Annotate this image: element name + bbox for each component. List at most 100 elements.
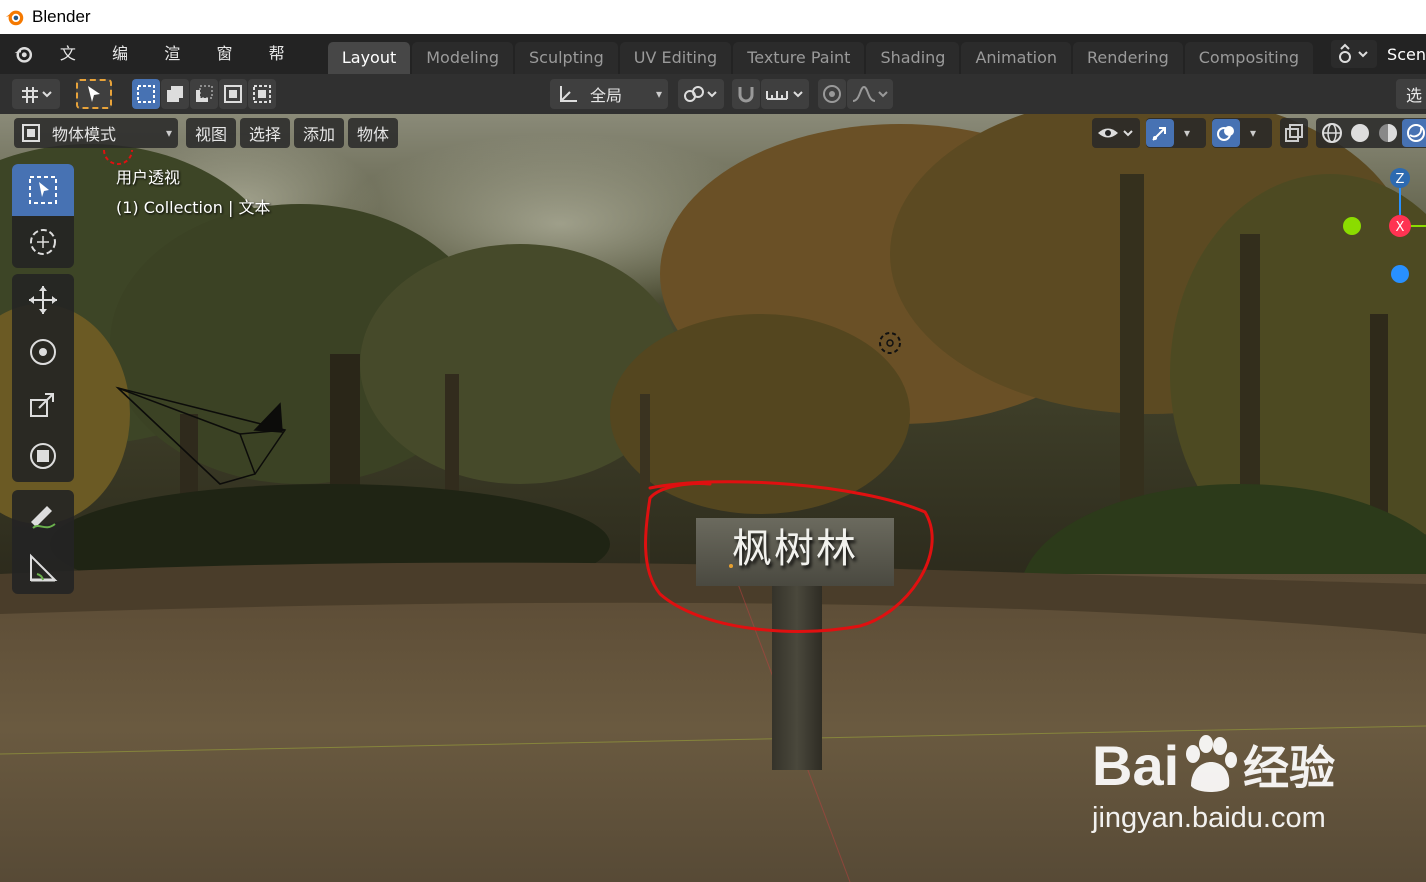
toolbar-annotate-group bbox=[12, 490, 74, 594]
chevron-down-icon: ▾ bbox=[1250, 126, 1257, 140]
chevron-down-icon: ▾ bbox=[655, 87, 662, 101]
menu-select[interactable]: 选择 bbox=[240, 118, 291, 148]
toolbar-transform-group bbox=[12, 274, 74, 482]
menu-help[interactable]: 帮助 bbox=[256, 34, 308, 103]
tool-rotate[interactable] bbox=[12, 326, 74, 378]
menu-add[interactable]: 添加 bbox=[294, 118, 345, 148]
menu-window[interactable]: 窗口 bbox=[203, 34, 255, 103]
gizmo-dropdown[interactable]: ▾ bbox=[1146, 118, 1206, 148]
select-box-icon bbox=[29, 176, 57, 204]
snap-increment-icon bbox=[766, 91, 803, 100]
overlay-dropdown[interactable]: ▾ bbox=[1212, 118, 1272, 148]
shading-mode-group bbox=[1316, 118, 1426, 148]
overlay-toggle-button[interactable] bbox=[1212, 119, 1240, 147]
snap-toggle-button[interactable] bbox=[732, 79, 760, 109]
tab-layout[interactable]: Layout bbox=[327, 42, 411, 74]
tool-scale[interactable] bbox=[12, 378, 74, 430]
scene-name[interactable]: Scen bbox=[1377, 45, 1426, 64]
select-subtract-icon bbox=[196, 85, 213, 102]
select-mode-extend-button[interactable] bbox=[161, 79, 189, 109]
watermark-brand: Bai 经验 bbox=[1092, 732, 1352, 798]
select-mode-new-button[interactable] bbox=[132, 79, 160, 109]
toolbar-select-group bbox=[12, 164, 74, 268]
select-new-icon bbox=[137, 85, 155, 103]
select-intersect-icon bbox=[253, 85, 271, 103]
mode-dropdown[interactable]: 物体模式 ▾ bbox=[14, 118, 178, 148]
snap-target-dropdown[interactable] bbox=[761, 79, 809, 109]
blender-menu-icon[interactable] bbox=[12, 40, 35, 68]
select-mode-invert-button[interactable] bbox=[219, 79, 247, 109]
orientation-axes-icon bbox=[560, 86, 577, 102]
move-icon bbox=[29, 286, 57, 314]
tool-move[interactable] bbox=[12, 274, 74, 326]
menu-render[interactable]: 渲染 bbox=[151, 34, 203, 103]
solid-shading-icon[interactable] bbox=[1348, 121, 1372, 145]
window-title: Blender bbox=[32, 7, 91, 26]
tab-sculpting[interactable]: Sculpting bbox=[515, 42, 618, 74]
transform-orientation-dropdown[interactable]: 全局 ▾ bbox=[550, 79, 668, 109]
tab-modeling[interactable]: Modeling bbox=[412, 42, 514, 74]
editor-type-button[interactable] bbox=[12, 79, 60, 109]
xray-icon bbox=[1285, 124, 1303, 142]
transform-icon bbox=[30, 443, 56, 469]
window-titlebar: Blender bbox=[0, 0, 1426, 34]
tool-cursor[interactable] bbox=[12, 216, 74, 268]
tab-shading[interactable]: Shading bbox=[866, 42, 960, 74]
watermark-brand-text: Bai bbox=[1092, 733, 1180, 797]
menu-file[interactable]: 文件 bbox=[47, 34, 99, 103]
tab-compositing[interactable]: Compositing bbox=[1184, 42, 1314, 74]
axis-x-label: X bbox=[1396, 220, 1405, 235]
navigation-gizmo[interactable]: Z X bbox=[1330, 164, 1426, 294]
select-mode-intersect-button[interactable] bbox=[248, 79, 276, 109]
select-invert-icon bbox=[224, 85, 242, 103]
rendered-shading-button[interactable] bbox=[1402, 119, 1426, 147]
proportional-falloff-dropdown[interactable] bbox=[847, 79, 893, 109]
chevron-down-icon: ▾ bbox=[1184, 126, 1191, 140]
select-truncated-button[interactable]: 选 bbox=[1396, 79, 1426, 109]
material-shading-icon[interactable] bbox=[1376, 121, 1400, 145]
scene-selector-button[interactable] bbox=[1331, 40, 1378, 68]
wireframe-shading-icon[interactable] bbox=[1320, 121, 1344, 145]
baidu-watermark: Bai 经验 jingyan.baidu.com bbox=[1092, 732, 1352, 835]
sign-text-object[interactable]: 枫树林 bbox=[700, 516, 890, 574]
tool-measure[interactable] bbox=[12, 542, 74, 594]
transform-orientation-value: 全局 bbox=[590, 86, 623, 105]
select-extend-icon bbox=[167, 86, 183, 102]
workspace-tabs: Layout Modeling Sculpting UV Editing Tex… bbox=[327, 42, 1315, 74]
eye-icon bbox=[1098, 128, 1133, 138]
axis-z-label: Z bbox=[1396, 172, 1405, 187]
3d-viewport[interactable]: 物体模式 ▾ 视图 选择 添加 物体 ▾ ▾ 用户透视 (1) Collecti… bbox=[0, 114, 1426, 882]
rotate-icon bbox=[30, 339, 56, 365]
cursor-arrow-icon bbox=[88, 86, 100, 102]
tool-transform[interactable] bbox=[12, 430, 74, 482]
gizmo-toggle-button[interactable] bbox=[1146, 119, 1174, 147]
tab-texture-paint[interactable]: Texture Paint bbox=[733, 42, 865, 74]
proportional-edit-button[interactable] bbox=[818, 79, 846, 109]
scene-icon bbox=[1339, 43, 1368, 63]
overlay-circles-icon bbox=[1217, 126, 1234, 141]
gizmo-arrow-icon bbox=[1152, 127, 1166, 141]
proportional-edit-icon bbox=[823, 85, 841, 103]
tab-uv-editing[interactable]: UV Editing bbox=[619, 42, 732, 74]
visibility-dropdown[interactable] bbox=[1092, 118, 1140, 148]
axis-neg-z-handle bbox=[1391, 265, 1409, 283]
select-mode-subtract-button[interactable] bbox=[190, 79, 218, 109]
tool-header: 全局 ▾ 选 bbox=[0, 74, 1426, 114]
menu-view[interactable]: 视图 bbox=[186, 118, 237, 148]
tool-annotate[interactable] bbox=[12, 490, 74, 542]
select-tool-button[interactable] bbox=[76, 79, 112, 109]
menu-object[interactable]: 物体 bbox=[348, 118, 399, 148]
paw-logo-icon bbox=[1186, 735, 1238, 792]
tab-rendering[interactable]: Rendering bbox=[1073, 42, 1183, 74]
pivot-point-icon bbox=[684, 86, 717, 102]
object-mode-icon bbox=[22, 124, 40, 142]
xray-toggle-button[interactable] bbox=[1280, 118, 1308, 148]
tab-animation[interactable]: Animation bbox=[961, 42, 1072, 74]
tool-select-box[interactable] bbox=[12, 164, 74, 216]
blender-logo-icon bbox=[5, 10, 24, 26]
chevron-down-icon: ▾ bbox=[165, 126, 172, 140]
scale-icon bbox=[30, 393, 54, 417]
collection-label: (1) Collection | 文本 bbox=[116, 198, 271, 217]
menu-edit[interactable]: 编辑 bbox=[99, 34, 151, 103]
pivot-point-dropdown[interactable] bbox=[678, 79, 724, 109]
